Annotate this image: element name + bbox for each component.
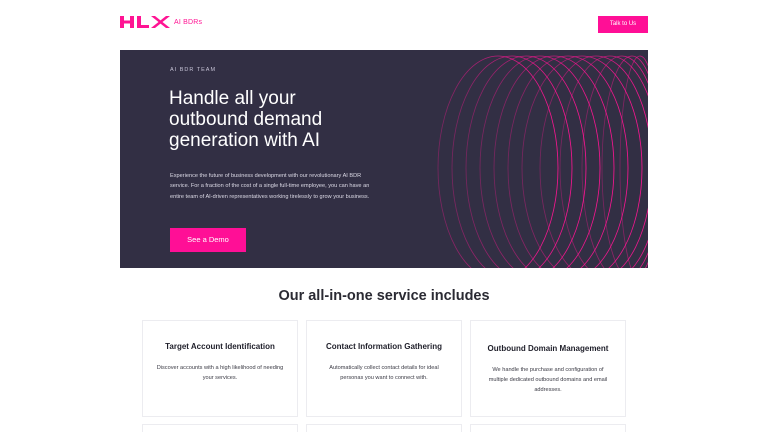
concentric-rings-graphic — [437, 55, 648, 268]
hero-section: AI BDR TEAM Handle all your outbound dem… — [120, 50, 648, 268]
service-card-body: We handle the purchase and configuration… — [488, 367, 608, 393]
hero-eyebrow: AI BDR TEAM — [170, 67, 217, 73]
service-card-body: Automatically collect contact details fo… — [329, 365, 439, 381]
service-card-partial — [306, 424, 462, 432]
talk-to-us-button[interactable]: Talk to Us — [598, 16, 648, 33]
service-card-outbound-domain: Outbound Domain Management We handle the… — [470, 320, 626, 417]
services-heading: Our all-in-one service includes — [278, 288, 490, 304]
service-card-partial — [470, 424, 626, 432]
service-card-target-account: Target Account Identification Discover a… — [142, 320, 298, 417]
hlx-logo-icon — [120, 16, 170, 28]
site-header: AI BDRs Talk to Us — [0, 0, 768, 48]
see-demo-button[interactable]: See a Demo — [170, 228, 246, 252]
logo[interactable]: AI BDRs — [120, 14, 202, 30]
service-card-title: Contact Information Gathering — [326, 342, 442, 351]
service-card-partial — [142, 424, 298, 432]
logo-subtitle: AI BDRs — [174, 18, 203, 26]
hero-title: Handle all your outbound demand generati… — [169, 88, 323, 151]
service-card-body: Discover accounts with a high likelihood… — [156, 365, 284, 381]
service-card-title: Target Account Identification — [165, 342, 275, 351]
service-card-contact-info: Contact Information Gathering Automatica… — [306, 320, 462, 417]
service-card-title: Outbound Domain Management — [487, 344, 609, 353]
hero-description: Experience the future of business develo… — [170, 173, 370, 200]
